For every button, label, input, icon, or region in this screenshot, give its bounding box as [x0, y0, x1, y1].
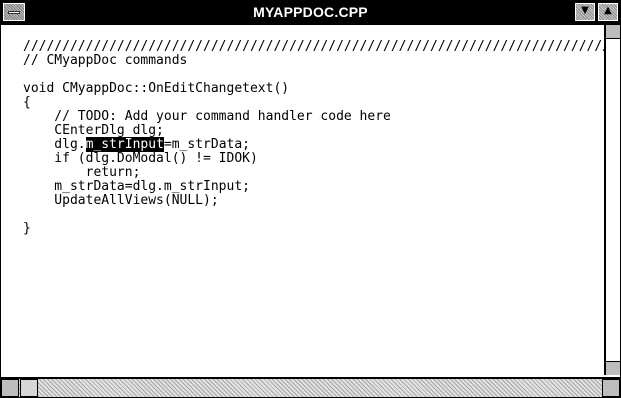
code-line: // CMyappDoc commands — [23, 53, 188, 68]
code-text[interactable]: ////////////////////////////////////////… — [23, 39, 606, 236]
scroll-down-icon[interactable] — [606, 361, 620, 375]
code-line: CEnterDlg dlg; — [23, 123, 164, 138]
window-title: MYAPPDOC.CPP — [253, 4, 368, 20]
code-line: { — [23, 95, 31, 110]
document-window: MYAPPDOC.CPP ▼ ▲ ///////////////////////… — [0, 0, 621, 398]
minimize-button[interactable]: ▼ — [575, 3, 595, 21]
code-line-prefix: dlg. — [23, 137, 86, 152]
horizontal-scrollbar[interactable] — [1, 377, 620, 397]
selected-text[interactable]: m_strInput — [85, 137, 164, 152]
code-line: m_strData=dlg.m_strInput; — [23, 179, 250, 194]
code-line: // TODO: Add your command handler code h… — [23, 109, 391, 124]
code-line-with-selection: dlg.m_strInput=m_strData; — [23, 137, 604, 152]
scroll-left-icon[interactable] — [1, 379, 19, 397]
code-line: return; — [23, 165, 141, 180]
minimize-icon: ▼ — [581, 5, 589, 16]
maximize-icon: ▲ — [604, 5, 612, 16]
code-line: UpdateAllViews(NULL); — [23, 193, 219, 208]
code-line: ////////////////////////////////////////… — [23, 39, 606, 54]
title-bar[interactable]: MYAPPDOC.CPP ▼ ▲ — [1, 1, 620, 25]
vertical-scrollbar[interactable] — [605, 25, 620, 375]
code-line: } — [23, 221, 31, 236]
code-line: void CMyappDoc::OnEditChangetext() — [23, 81, 290, 96]
code-editor[interactable]: ////////////////////////////////////////… — [1, 25, 606, 375]
horizontal-scroll-thumb[interactable] — [20, 379, 38, 397]
code-line-suffix: =m_strData; — [163, 137, 250, 152]
scroll-up-icon[interactable] — [606, 25, 620, 39]
code-line: if (dlg.DoModal() != IDOK) — [23, 151, 258, 166]
maximize-button[interactable]: ▲ — [598, 3, 618, 21]
scroll-right-icon[interactable] — [602, 379, 620, 397]
